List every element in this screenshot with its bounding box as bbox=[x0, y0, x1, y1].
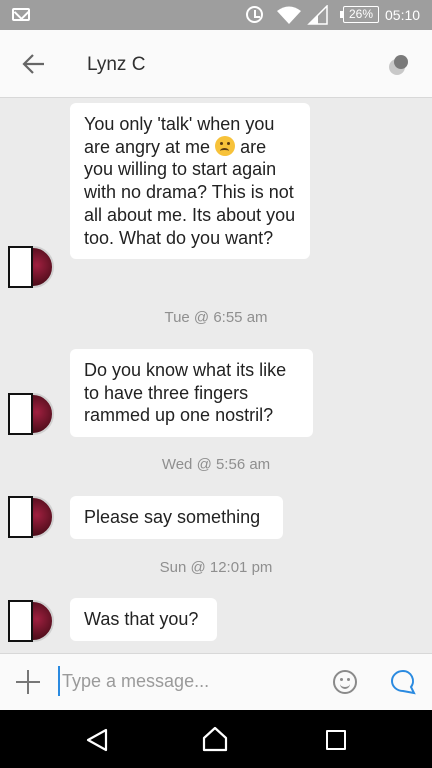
nav-recents-icon[interactable] bbox=[326, 730, 346, 750]
battery-icon: 26% bbox=[340, 6, 379, 23]
mail-icon bbox=[12, 8, 30, 21]
signal-icon bbox=[307, 5, 328, 25]
date-time: 12:01 pm bbox=[209, 559, 273, 576]
date-day: Wed @ bbox=[161, 456, 212, 473]
clock: 05:10 bbox=[385, 7, 421, 23]
nav-home-icon[interactable] bbox=[202, 726, 228, 752]
contact-name: Lynz C bbox=[87, 54, 146, 75]
message-text: Was that you? bbox=[84, 609, 199, 629]
message-bubble[interactable]: Do you know what its like to have three … bbox=[70, 349, 313, 438]
date-day: Sun @ bbox=[159, 559, 206, 576]
contact-avatar[interactable] bbox=[8, 496, 54, 538]
wifi-icon bbox=[277, 6, 301, 24]
date-separator: Tue @ 6:55 am bbox=[0, 309, 432, 326]
contact-avatar[interactable] bbox=[8, 600, 54, 642]
system-nav-bar bbox=[0, 710, 432, 768]
avatar-redaction-box bbox=[8, 496, 33, 538]
nav-back-icon[interactable] bbox=[85, 728, 109, 752]
avatar-redaction-box bbox=[8, 600, 33, 642]
alarm-icon bbox=[246, 6, 263, 23]
worried-face-emoji-icon bbox=[215, 135, 236, 156]
chat-header: Lynz C bbox=[0, 30, 432, 98]
date-day: Tue @ bbox=[164, 309, 210, 326]
message-input[interactable] bbox=[58, 666, 318, 696]
battery-level: 26% bbox=[348, 7, 374, 21]
contact-avatar[interactable] bbox=[8, 246, 54, 288]
message-text: Do you know what its like to have three … bbox=[84, 360, 287, 426]
plus-icon[interactable] bbox=[16, 670, 40, 694]
presence-dot-icon[interactable] bbox=[386, 52, 412, 78]
message-text: Please say something bbox=[84, 507, 261, 527]
date-separator: Wed @ 5:56 am bbox=[0, 456, 432, 473]
contact-avatar[interactable] bbox=[8, 393, 54, 435]
avatar-redaction-box bbox=[8, 246, 33, 288]
message-bubble[interactable]: Was that you? bbox=[70, 598, 217, 641]
message-composer bbox=[0, 653, 432, 710]
message-bubble[interactable]: You only 'talk' when you are angry at me… bbox=[70, 103, 310, 260]
arrow-left-icon[interactable] bbox=[22, 53, 46, 75]
date-separator: Sun @ 12:01 pm bbox=[0, 559, 432, 576]
message-bubble[interactable]: Please say something bbox=[70, 496, 283, 539]
avatar-redaction-box bbox=[8, 393, 33, 435]
emoji-picker-icon[interactable] bbox=[333, 670, 357, 694]
date-time: 6:55 am bbox=[213, 309, 268, 326]
send-chat-bubble-icon[interactable] bbox=[390, 669, 416, 695]
status-bar: 26% 05:10 bbox=[0, 0, 432, 30]
date-time: 5:56 am bbox=[215, 456, 271, 473]
